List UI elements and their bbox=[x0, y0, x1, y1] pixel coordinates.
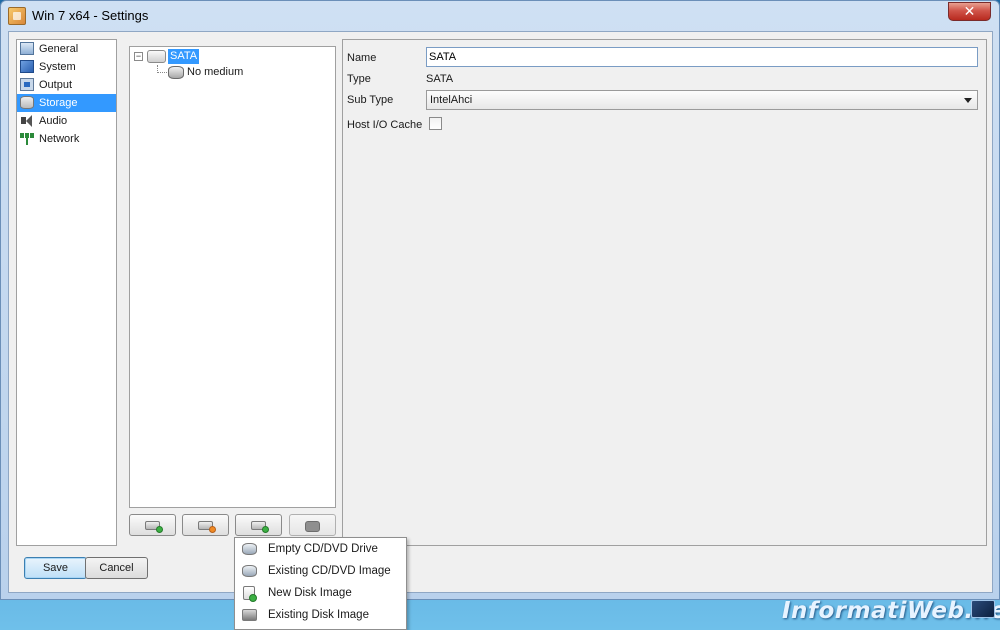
new-disk-image-icon bbox=[243, 586, 257, 602]
sidebar-item-storage[interactable]: Storage bbox=[17, 94, 116, 112]
output-icon bbox=[20, 78, 34, 91]
add-device-menu: Empty CD/DVD Drive Existing CD/DVD Image… bbox=[234, 537, 407, 630]
menu-item-label: Empty CD/DVD Drive bbox=[268, 543, 378, 555]
dialog-client-area: General System Output Storage Audio Netw… bbox=[8, 31, 993, 593]
cd-drive-icon bbox=[242, 543, 257, 555]
cd-image-icon bbox=[242, 565, 257, 577]
sidebar-item-system[interactable]: System bbox=[17, 58, 116, 76]
menu-item-label: New Disk Image bbox=[268, 587, 352, 599]
system-icon bbox=[20, 60, 34, 73]
subtype-select[interactable]: IntelAhci bbox=[426, 90, 978, 110]
menu-item-empty-cd-dvd-drive[interactable]: Empty CD/DVD Drive bbox=[235, 538, 406, 560]
hard-disk-icon bbox=[242, 609, 257, 621]
type-label: Type bbox=[347, 73, 371, 85]
watermark-text: InformatiWeb.net bbox=[782, 598, 1000, 624]
network-icon bbox=[20, 132, 34, 145]
app-icon bbox=[8, 7, 26, 25]
sidebar-item-label: System bbox=[39, 61, 76, 73]
add-icon bbox=[262, 526, 269, 533]
sidebar-item-label: Audio bbox=[39, 115, 68, 127]
type-value: SATA bbox=[426, 73, 454, 85]
sidebar-item-label: Network bbox=[39, 133, 80, 145]
sidebar-item-label: Output bbox=[39, 79, 73, 91]
sidebar-item-output[interactable]: Output bbox=[17, 76, 116, 94]
storage-tree: − SATA No medium bbox=[129, 46, 336, 508]
close-button[interactable]: ✕ bbox=[948, 2, 991, 21]
remove-device-button[interactable] bbox=[289, 514, 336, 536]
settings-sidebar: General System Output Storage Audio Netw… bbox=[16, 39, 117, 546]
tree-item-no-medium[interactable]: No medium bbox=[187, 65, 243, 80]
tree-connector bbox=[157, 72, 167, 73]
sidebar-item-label: Storage bbox=[39, 97, 78, 109]
name-field[interactable] bbox=[426, 47, 978, 67]
collapse-toggle[interactable]: − bbox=[134, 52, 143, 61]
tree-item-sata-controller[interactable]: SATA bbox=[168, 49, 200, 64]
subtype-label: Sub Type bbox=[347, 94, 394, 106]
device-icon bbox=[305, 521, 320, 532]
sidebar-item-general[interactable]: General bbox=[17, 40, 116, 58]
audio-icon bbox=[20, 114, 34, 127]
title-bar[interactable]: Win 7 x64 - Settings ✕ bbox=[1, 1, 999, 31]
menu-item-existing-disk-image[interactable]: Existing Disk Image bbox=[235, 604, 406, 626]
menu-item-label: Existing CD/DVD Image bbox=[268, 565, 391, 577]
add-controller-button[interactable] bbox=[129, 514, 176, 536]
menu-item-label: Existing Disk Image bbox=[268, 609, 369, 621]
sidebar-item-network[interactable]: Network bbox=[17, 130, 116, 148]
add-icon bbox=[156, 526, 163, 533]
name-label: Name bbox=[347, 52, 377, 64]
remove-controller-button[interactable] bbox=[182, 514, 229, 536]
laptop-logo-icon bbox=[971, 600, 995, 618]
storage-icon bbox=[20, 96, 34, 109]
host-io-cache-checkbox[interactable] bbox=[429, 117, 442, 130]
sidebar-item-label: General bbox=[39, 43, 79, 55]
chevron-down-icon bbox=[964, 98, 972, 103]
settings-window: Win 7 x64 - Settings ✕ General System Ou… bbox=[0, 0, 1000, 600]
controller-details: Name Type SATA Sub Type IntelAhci Host I… bbox=[342, 39, 987, 546]
add-device-button[interactable] bbox=[235, 514, 282, 536]
menu-item-new-disk-image[interactable]: New Disk Image bbox=[235, 582, 406, 604]
save-button[interactable]: Save bbox=[24, 557, 87, 579]
subtype-value: IntelAhci bbox=[430, 94, 473, 106]
sata-controller-icon bbox=[147, 50, 166, 63]
optical-drive-icon bbox=[168, 66, 184, 79]
host-io-cache-label: Host I/O Cache bbox=[347, 119, 423, 131]
remove-icon bbox=[209, 526, 216, 533]
general-icon bbox=[20, 42, 34, 55]
sidebar-item-audio[interactable]: Audio bbox=[17, 112, 116, 130]
window-title: Win 7 x64 - Settings bbox=[32, 8, 149, 23]
menu-item-existing-cd-dvd-image[interactable]: Existing CD/DVD Image bbox=[235, 560, 406, 582]
cancel-button[interactable]: Cancel bbox=[85, 557, 148, 579]
